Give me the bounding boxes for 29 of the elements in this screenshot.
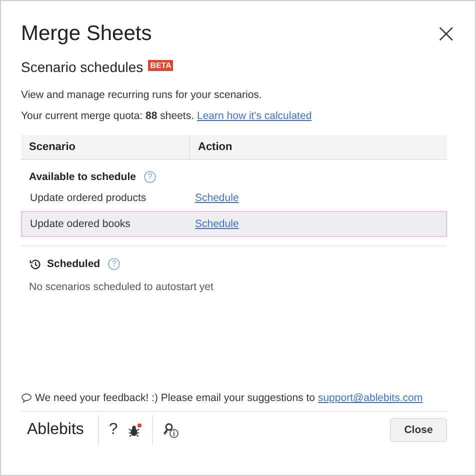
email-link[interactable]: support@ablebits.com <box>318 392 423 404</box>
scenario-name: Update ordered products <box>29 192 148 204</box>
key-info-icon[interactable] <box>162 422 180 438</box>
help-icon[interactable]: ? <box>144 171 156 183</box>
bug-icon[interactable] <box>128 422 142 438</box>
help-button[interactable]: ? <box>108 421 118 439</box>
close-button[interactable]: × <box>431 23 461 45</box>
column-header: Action <box>197 141 232 153</box>
schedule-link[interactable]: Schedule <box>190 218 239 230</box>
column-header: Scenario <box>21 135 190 159</box>
help-icon[interactable]: ? <box>108 258 120 270</box>
scenario-row[interactable]: Update odered books Schedule <box>21 211 447 237</box>
group-title: Available to schedule <box>29 171 136 183</box>
section-title: Scenario schedules <box>21 59 144 75</box>
scenario-row[interactable]: Update ordered products Schedule <box>21 185 447 211</box>
group-title: Scheduled <box>47 258 100 270</box>
chat-icon <box>21 393 32 403</box>
quota-text: Your current merge quota: 88 sheets. <box>21 110 194 122</box>
schedule-link[interactable]: Schedule <box>190 192 239 204</box>
beta-badge: BETA <box>148 60 174 71</box>
history-icon <box>29 258 42 270</box>
description-text: View and manage recurring runs for your scenarios. <box>21 89 263 101</box>
close-button[interactable]: Close <box>390 418 447 442</box>
learn-link[interactable]: Learn how it's calculated <box>197 110 312 122</box>
window-title: Merge Sheets <box>21 22 152 46</box>
brand-logo: Ablebits <box>26 421 84 439</box>
scenario-name: Update odered books <box>29 218 132 230</box>
feedback-text: We need your feedback! :) Please email your suggestions to <box>35 392 315 404</box>
empty-message: No scenarios scheduled to autostart yet <box>29 281 214 293</box>
